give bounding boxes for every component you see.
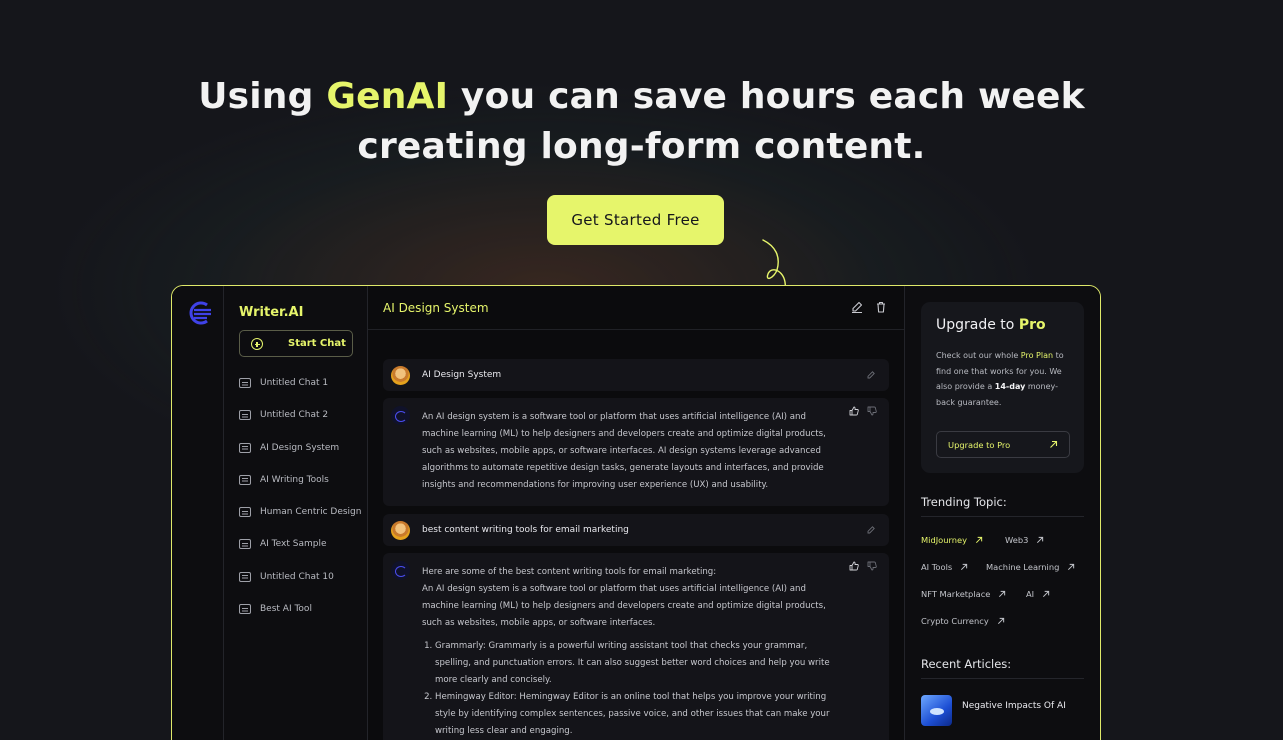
article-thumbnail — [921, 695, 952, 726]
brand-name: Writer.AI — [239, 305, 304, 320]
thumbs-down-icon[interactable] — [867, 406, 877, 416]
upgrade-to-pro-button[interactable]: Upgrade to Pro — [936, 431, 1070, 458]
assistant-message-card: Here are some of the best content writin… — [383, 553, 889, 740]
arrow-up-right-icon — [961, 563, 968, 571]
assistant-message-card: An AI design system is a software tool o… — [383, 398, 889, 506]
chat-bubble-icon — [239, 571, 251, 582]
edit-icon[interactable] — [850, 300, 864, 314]
assistant-message-text: An AI design system is a software tool o… — [422, 412, 826, 490]
assistant-message-paragraph: An AI design system is a software tool o… — [422, 584, 826, 628]
assistant-avatar — [391, 561, 410, 580]
writer-logo-icon[interactable] — [185, 300, 213, 326]
feedback-buttons — [849, 561, 877, 571]
edit-message-icon[interactable] — [866, 370, 876, 380]
sidebar-item-untitled-chat-1[interactable]: Untitled Chat 1 — [239, 378, 361, 410]
hero-title-accent: GenAI — [326, 76, 449, 117]
topic-nft-marketplace[interactable]: NFT Marketplace — [921, 589, 1006, 599]
arrow-up-right-icon — [1050, 440, 1058, 448]
hero-section: Using GenAI you can save hours each week… — [0, 72, 1283, 172]
chat-main-panel: AI Design System AI Design System An AI … — [368, 286, 904, 740]
upgrade-title: Upgrade to Pro — [936, 317, 1046, 333]
chat-title: AI Design System — [383, 301, 489, 315]
topic-crypto-currency[interactable]: Crypto Currency — [921, 616, 1005, 626]
sidebar-item-label: AI Writing Tools — [260, 474, 329, 485]
user-avatar — [391, 521, 410, 540]
chat-bubble-icon — [239, 378, 251, 388]
start-chat-label: Start Chat — [288, 338, 346, 349]
sidebar-item-label: Best AI Tool — [260, 604, 312, 615]
chat-bubble-icon — [239, 410, 251, 421]
sidebar-item-label: Untitled Chat 2 — [260, 410, 329, 421]
plus-circle-icon — [251, 338, 263, 350]
chat-history-list: Untitled Chat 1 Untitled Chat 2 AI Desig… — [239, 378, 361, 636]
upgrade-card: Upgrade to Pro Check out our whole Pro P… — [921, 302, 1084, 473]
arrow-up-right-icon — [997, 617, 1004, 625]
sidebar-item-label: AI Design System — [260, 442, 340, 453]
trash-icon[interactable] — [874, 300, 888, 314]
arrow-up-right-icon — [1068, 563, 1075, 571]
sidebar-item-ai-writing-tools[interactable]: AI Writing Tools — [239, 474, 361, 507]
arrow-up-right-icon — [1043, 590, 1050, 598]
divider — [921, 516, 1084, 517]
arrow-up-right-icon — [976, 536, 983, 544]
chat-bubble-icon — [239, 604, 251, 615]
sidebar-item-ai-design-system[interactable]: AI Design System — [239, 442, 361, 475]
thumbs-down-icon[interactable] — [867, 561, 877, 571]
topic-midjourney[interactable]: MidJourney — [921, 535, 983, 545]
edit-message-icon[interactable] — [866, 525, 876, 535]
article-title: Negative Impacts Of AI — [962, 701, 1066, 711]
chat-header: AI Design System — [368, 286, 904, 330]
get-started-button[interactable]: Get Started Free — [547, 195, 724, 245]
divider — [921, 678, 1084, 679]
chat-sidebar: Writer.AI Start Chat Untitled Chat 1 Unt… — [224, 286, 368, 740]
thumbs-up-icon[interactable] — [849, 561, 859, 571]
upgrade-description: Check out our whole Pro Plan to find one… — [936, 351, 1064, 407]
chat-bubble-icon — [239, 442, 251, 453]
hero-title: Using GenAI you can save hours each week… — [198, 76, 1085, 167]
sidebar-item-label: AI Text Sample — [260, 539, 327, 550]
topic-machine-learning[interactable]: Machine Learning — [986, 562, 1075, 572]
user-message-card: best content writing tools for email mar… — [383, 514, 889, 546]
article-item[interactable]: Negative Impacts Of AI — [921, 695, 1066, 726]
user-message-text: AI Design System — [422, 370, 502, 380]
sidebar-item-label: Human Centric Design — [260, 507, 362, 518]
sidebar-item-ai-text-sample[interactable]: AI Text Sample — [239, 539, 361, 571]
icon-rail — [172, 286, 224, 740]
trending-topic-heading: Trending Topic: — [921, 495, 1007, 509]
assistant-message-intro: Here are some of the best content writin… — [422, 567, 717, 577]
right-panel: Upgrade to Pro Check out our whole Pro P… — [904, 286, 1100, 740]
topic-ai-tools[interactable]: AI Tools — [921, 562, 968, 572]
arrow-up-right-icon — [1037, 536, 1044, 544]
user-message-card: AI Design System — [383, 359, 889, 391]
upgrade-button-label: Upgrade to Pro — [948, 439, 1011, 450]
list-item: Hemingway Editor: Hemingway Editor is an… — [435, 689, 832, 740]
sidebar-item-human-centric-design[interactable]: Human Centric Design — [239, 507, 361, 539]
chat-bubble-icon — [239, 507, 251, 518]
sidebar-item-label: Untitled Chat 1 — [260, 378, 329, 388]
sidebar-item-label: Untitled Chat 10 — [260, 571, 334, 582]
assistant-avatar — [391, 406, 410, 425]
app-preview-window: Writer.AI Start Chat Untitled Chat 1 Unt… — [171, 285, 1101, 740]
user-avatar — [391, 366, 410, 385]
start-chat-button[interactable]: Start Chat — [239, 330, 353, 357]
thumbs-up-icon[interactable] — [849, 406, 859, 416]
topic-ai[interactable]: AI — [1026, 589, 1050, 599]
sidebar-item-untitled-chat-10[interactable]: Untitled Chat 10 — [239, 571, 361, 604]
sidebar-item-best-ai-tool[interactable]: Best AI Tool — [239, 604, 361, 636]
feedback-buttons — [849, 406, 877, 416]
tools-list: Grammarly: Grammarly is a powerful writi… — [422, 638, 832, 740]
arrow-up-right-icon — [999, 590, 1006, 598]
chat-bubble-icon — [239, 474, 251, 485]
sidebar-item-untitled-chat-2[interactable]: Untitled Chat 2 — [239, 410, 361, 442]
assistant-message-body: Here are some of the best content writin… — [422, 564, 832, 740]
chat-bubble-icon — [239, 539, 251, 550]
list-item: Grammarly: Grammarly is a powerful writi… — [435, 638, 832, 689]
topic-web3[interactable]: Web3 — [1005, 535, 1044, 545]
recent-articles-heading: Recent Articles: — [921, 657, 1012, 671]
user-message-text: best content writing tools for email mar… — [422, 525, 629, 535]
